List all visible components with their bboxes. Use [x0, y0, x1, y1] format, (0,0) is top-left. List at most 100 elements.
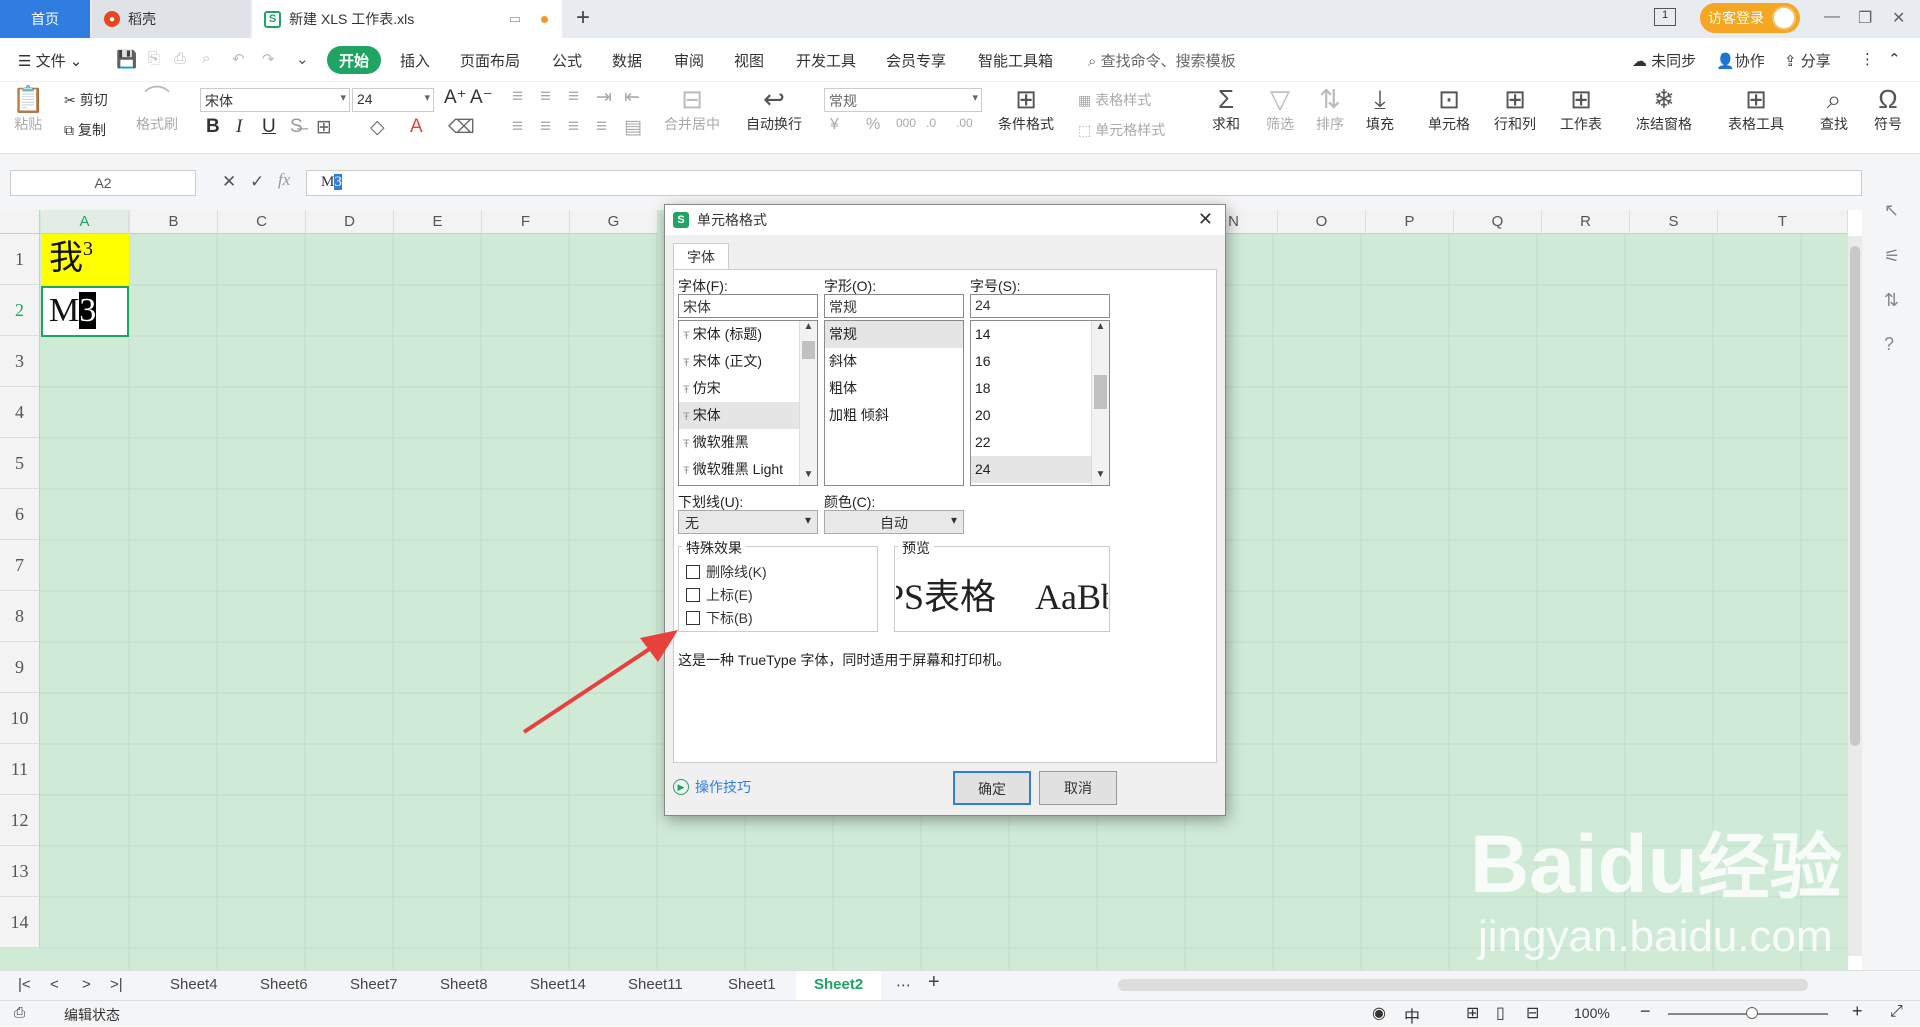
- row-header-12[interactable]: 12: [0, 795, 40, 846]
- row-header-3[interactable]: 3: [0, 336, 40, 387]
- style-list-item[interactable]: 加粗 倾斜: [825, 402, 963, 429]
- row-header-10[interactable]: 10: [0, 693, 40, 744]
- preview-icon[interactable]: ⌕: [202, 50, 210, 67]
- scroll-down-icon[interactable]: ▼: [800, 469, 817, 485]
- row-header-8[interactable]: 8: [0, 591, 40, 642]
- style-list-item[interactable]: 常规: [825, 321, 963, 348]
- copy-button[interactable]: ⧉ 复制: [64, 120, 106, 140]
- cell-a1[interactable]: 我3: [41, 234, 129, 285]
- sheet-tools-icon[interactable]: ⇅: [1884, 290, 1899, 311]
- column-header-p[interactable]: P: [1366, 210, 1454, 234]
- indent-icon[interactable]: ⇥: [596, 86, 612, 109]
- window-count-icon[interactable]: 1: [1654, 8, 1676, 26]
- paste-button[interactable]: 📋 粘贴: [12, 84, 44, 134]
- style-list[interactable]: 常规 斜体 粗体 加粗 倾斜: [824, 320, 964, 486]
- style-input[interactable]: 常规: [824, 294, 964, 318]
- column-header-r[interactable]: R: [1542, 210, 1630, 234]
- format-painter-button[interactable]: ⌒ 格式刷: [136, 84, 178, 134]
- column-header-q[interactable]: Q: [1454, 210, 1542, 234]
- column-header-f[interactable]: F: [482, 210, 570, 234]
- font-list-item[interactable]: Ŧ 仿宋: [679, 375, 817, 402]
- row-header-5[interactable]: 5: [0, 438, 40, 489]
- monitor-icon[interactable]: ▭: [509, 11, 521, 27]
- cursor-icon[interactable]: ↖: [1884, 200, 1899, 221]
- font-list-item[interactable]: Ŧ 微软雅黑: [679, 429, 817, 456]
- select-all-corner[interactable]: [0, 210, 40, 234]
- tab-start[interactable]: 开始: [327, 46, 381, 74]
- cancel-button[interactable]: 取消: [1039, 771, 1117, 805]
- settings-sliders-icon[interactable]: ⚟: [1884, 246, 1900, 267]
- confirm-icon[interactable]: ✓: [250, 172, 264, 192]
- color-select[interactable]: 自动: [824, 510, 964, 534]
- font-list-item[interactable]: Ŧ 宋体: [679, 402, 817, 429]
- size-list-item[interactable]: 16: [971, 348, 1109, 375]
- eye-protection-icon[interactable]: ◉: [1372, 1003, 1386, 1023]
- more-sheets-icon[interactable]: ⋯: [896, 976, 911, 994]
- align-right-icon[interactable]: ≡: [568, 116, 579, 138]
- redo-icon[interactable]: ↷: [262, 50, 275, 68]
- horizontal-scrollbar[interactable]: [1118, 979, 1808, 991]
- wrap-text-button[interactable]: ↩ 自动换行: [746, 84, 802, 134]
- tab-insert[interactable]: 插入: [400, 50, 430, 71]
- sort-button[interactable]: ⇅ 排序: [1316, 84, 1344, 134]
- close-window-icon[interactable]: ✕: [1892, 8, 1905, 28]
- merge-center-button[interactable]: ⊟ 合并居中: [664, 84, 720, 134]
- sheet-tab-sheet6[interactable]: Sheet6: [260, 976, 308, 993]
- row-header-11[interactable]: 11: [0, 744, 40, 795]
- guest-login-button[interactable]: 访客登录: [1700, 3, 1800, 33]
- sheet-tab-sheet4[interactable]: Sheet4: [170, 976, 218, 993]
- tab-smart-toolbox[interactable]: 智能工具箱: [978, 50, 1053, 71]
- scroll-up-icon[interactable]: ▲: [1092, 321, 1109, 337]
- collapse-ribbon-icon[interactable]: ⌃: [1888, 50, 1901, 68]
- size-list-item[interactable]: 14: [971, 321, 1109, 348]
- italic-button[interactable]: I: [236, 116, 242, 138]
- justify-icon[interactable]: ≡: [596, 116, 607, 138]
- align-top-icon[interactable]: ≡: [512, 86, 523, 108]
- font-name-select[interactable]: 宋体: [200, 88, 350, 112]
- bold-button[interactable]: B: [206, 116, 220, 138]
- symbol-button[interactable]: Ω 符号: [1874, 84, 1902, 134]
- strikethrough-checkbox[interactable]: 删除线(K): [686, 562, 767, 582]
- row-header-4[interactable]: 4: [0, 387, 40, 438]
- size-list-item[interactable]: 18: [971, 375, 1109, 402]
- sheet-tab-sheet2[interactable]: Sheet2: [796, 971, 882, 1001]
- row-header-14[interactable]: 14: [0, 897, 40, 948]
- prev-sheet-icon[interactable]: <: [50, 976, 59, 993]
- scroll-up-icon[interactable]: ▲: [800, 321, 817, 337]
- new-tab-button[interactable]: +: [576, 4, 590, 32]
- cut-button[interactable]: ✂ 剪切: [64, 90, 108, 110]
- font-list-item[interactable]: Ŧ 宋体 (正文): [679, 348, 817, 375]
- align-left-icon[interactable]: ≡: [512, 116, 523, 138]
- first-sheet-icon[interactable]: |<: [18, 976, 31, 993]
- command-search[interactable]: ⌕ 查找命令、搜索模板: [1088, 50, 1236, 71]
- column-header-d[interactable]: D: [306, 210, 394, 234]
- page-break-view-icon[interactable]: ⊟: [1526, 1003, 1539, 1023]
- font-list-item[interactable]: Ŧ 微软雅黑 Light: [679, 456, 817, 483]
- font-size-select[interactable]: 24: [352, 88, 434, 112]
- last-sheet-icon[interactable]: >|: [110, 976, 123, 993]
- underline-select[interactable]: 无: [678, 510, 818, 534]
- superscript-checkbox[interactable]: 上标(E): [686, 585, 753, 605]
- row-header-7[interactable]: 7: [0, 540, 40, 591]
- column-header-c[interactable]: C: [218, 210, 306, 234]
- row-header-9[interactable]: 9: [0, 642, 40, 693]
- subscript-checkbox[interactable]: 下标(B): [686, 608, 753, 628]
- column-header-a[interactable]: A: [41, 210, 129, 234]
- zoom-slider-thumb[interactable]: [1746, 1007, 1758, 1019]
- increase-decimal-icon[interactable]: .0: [926, 116, 936, 130]
- number-format-select[interactable]: 常规: [824, 88, 982, 112]
- macro-icon[interactable]: ⎙: [14, 1004, 25, 1021]
- print-icon[interactable]: ⎙: [174, 50, 186, 67]
- row-header-6[interactable]: 6: [0, 489, 40, 540]
- size-list[interactable]: 14 16 18 20 22 24 ▲ ▼: [970, 320, 1110, 486]
- tab-font[interactable]: 字体: [673, 243, 729, 269]
- next-sheet-icon[interactable]: >: [82, 976, 91, 993]
- find-button[interactable]: ⌕ 查找: [1820, 84, 1848, 134]
- size-input[interactable]: 24: [970, 294, 1110, 318]
- decrease-font-icon[interactable]: A⁻: [470, 86, 493, 109]
- restore-icon[interactable]: ❐: [1858, 8, 1872, 28]
- tab-data[interactable]: 数据: [612, 50, 642, 71]
- cell-a2[interactable]: M3: [41, 286, 129, 337]
- sum-button[interactable]: Σ 求和: [1212, 84, 1240, 134]
- align-bottom-icon[interactable]: ≡: [568, 86, 579, 108]
